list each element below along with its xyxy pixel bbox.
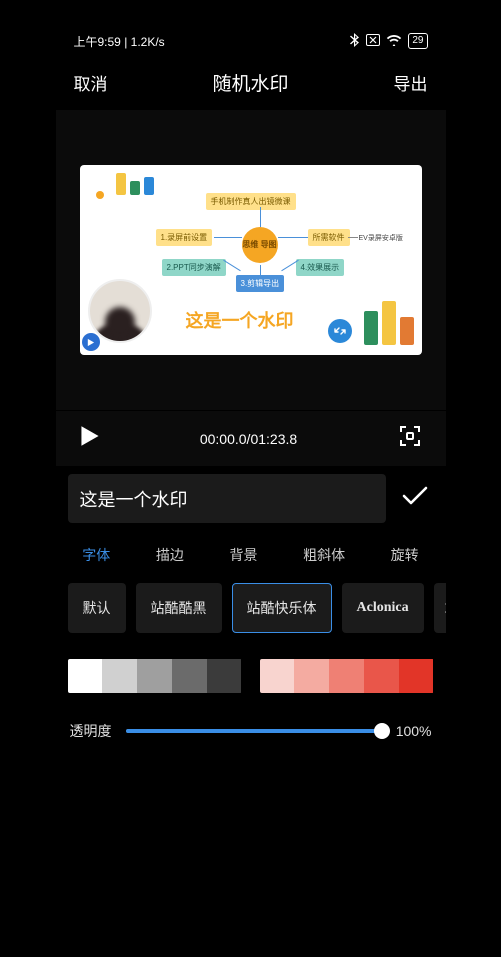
color-swatch[interactable] [294,659,329,693]
mm-box-3: 3.剪辑导出 [236,275,285,292]
phone-frame: 上午9:59 | 1.2K/s 29 取消 随机水印 导出 [56,25,446,895]
tab-background[interactable]: 背景 [223,541,263,569]
confirm-button[interactable] [396,480,434,517]
dot-decoration [96,191,104,199]
close-box-icon [366,34,380,49]
font-chip-zk-kuhei[interactable]: 站酷酷黑 [136,583,222,633]
page-title: 随机水印 [212,69,288,96]
font-chip-partial[interactable]: 站 [434,583,446,633]
transport-bar: 00:00.0/01:23.8 [56,410,446,466]
play-badge-icon [82,333,100,351]
export-button[interactable]: 导出 [393,70,427,95]
bars-decoration-right [364,301,414,345]
color-swatch[interactable] [399,659,434,693]
header: 取消 随机水印 导出 [56,57,446,110]
tab-font[interactable]: 字体 [76,541,116,569]
mm-box-2: 2.PPT同步演解 [162,259,226,276]
battery-indicator: 29 [408,33,427,49]
watermark-input-row [56,466,446,531]
mm-box-top: 手机制作真人出镜微课 [206,193,296,210]
watermark-overlay-text[interactable]: 这是一个水印 [186,307,294,333]
color-swatch[interactable] [329,659,364,693]
bars-decoration-top [116,173,154,195]
status-right: 29 [350,33,427,50]
play-button[interactable] [80,425,100,452]
color-swatch[interactable] [207,659,242,693]
color-swatch[interactable] [260,659,295,693]
color-swatch-row [56,633,446,693]
font-chip-zk-kuaile[interactable]: 站酷快乐体 [232,583,332,633]
cancel-button[interactable]: 取消 [74,70,108,95]
opacity-value: 100% [396,723,432,739]
status-bar: 上午9:59 | 1.2K/s 29 [56,25,446,57]
status-left: 上午9:59 | 1.2K/s [74,33,165,50]
opacity-label: 透明度 [70,721,112,741]
video-preview-area: 手机制作真人出镜微课 思维 导图 1.录屏前设置 2.PPT同步演解 3.剪辑导… [56,110,446,410]
wifi-icon [386,34,402,49]
bluetooth-icon [350,33,360,50]
mindmap-diagram: 手机制作真人出镜微课 思维 导图 1.录屏前设置 2.PPT同步演解 3.剪辑导… [166,193,386,293]
mm-center: 思维 导图 [242,227,278,263]
fullscreen-button[interactable] [398,424,422,453]
opacity-row: 透明度 100% [56,693,446,741]
font-chip-list[interactable]: 默认 站酷酷黑 站酷快乐体 Aclonica 站 [56,583,446,633]
mm-box-soft: 所需软件 [308,229,350,246]
tab-rotate[interactable]: 旋转 [385,541,425,569]
font-chip-default[interactable]: 默认 [68,583,126,633]
font-chip-aclonica[interactable]: Aclonica [342,583,424,633]
red-palette[interactable] [260,659,434,693]
watermark-text-input[interactable] [68,474,386,523]
timecode: 00:00.0/01:23.8 [200,431,297,447]
opacity-slider[interactable] [126,729,382,733]
color-swatch[interactable] [364,659,399,693]
presenter-avatar [88,279,152,343]
tab-stroke[interactable]: 描边 [150,541,190,569]
resize-handle[interactable] [328,319,352,343]
status-time: 上午9:59 [74,35,121,49]
video-frame[interactable]: 手机制作真人出镜微课 思维 导图 1.录屏前设置 2.PPT同步演解 3.剪辑导… [80,165,422,355]
color-swatch[interactable] [102,659,137,693]
mm-box-4: 4.效果展示 [296,259,345,276]
style-tabs: 字体 描边 背景 粗斜体 旋转 [56,531,446,583]
color-swatch[interactable] [137,659,172,693]
grey-palette[interactable] [68,659,242,693]
mm-box-1: 1.录屏前设置 [156,229,213,246]
tab-bolditalic[interactable]: 粗斜体 [297,541,351,569]
mm-label-right: EV录屏安卓版 [354,230,408,246]
color-swatch[interactable] [68,659,103,693]
status-speed: 1.2K/s [131,35,165,49]
color-swatch[interactable] [172,659,207,693]
